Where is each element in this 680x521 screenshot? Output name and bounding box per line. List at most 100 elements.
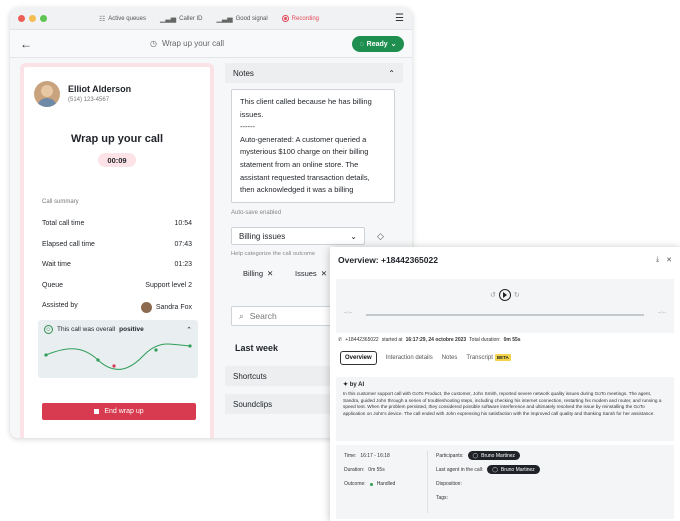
detail-time: Time: 16:17 - 16:18: [344, 453, 390, 459]
overview-panel: Overview: +18442365022 ⤓ ✕ ↺ ↻ --:-- --:…: [330, 247, 680, 521]
tag-chip-issues: Issues ✕: [295, 269, 327, 278]
sentiment-point: [44, 353, 48, 357]
close-icon[interactable]: ✕: [666, 256, 672, 264]
menu-icon[interactable]: ☰: [395, 13, 404, 24]
signal-icon: ▁▃▅: [216, 15, 233, 23]
search-input[interactable]: ⌕ Search: [231, 306, 341, 326]
end-wrap-up-button[interactable]: End wrap up: [42, 403, 196, 420]
detail-outcome: Outcome: Handled: [344, 481, 396, 487]
close-window-button[interactable]: [18, 15, 25, 22]
title-bar: ☷ Active queues ▁▃▅ Caller ID ▁▃▅ Good s…: [10, 8, 412, 30]
call-card: Elliot Alderson (514) 123-4567 Wrap up y…: [20, 63, 214, 438]
contact-phone: (514) 123-4567: [68, 97, 110, 103]
window-controls: [18, 15, 47, 22]
call-log-line: ✆ +18442365022 started at 16:17:29, 24 o…: [338, 337, 521, 343]
recording-status[interactable]: Recording: [281, 15, 319, 22]
beta-badge: BETA: [494, 354, 511, 361]
status-dot: [369, 482, 373, 486]
chevron-up-icon[interactable]: ⌃: [186, 326, 192, 334]
wrap-up-timer: 00:09: [98, 153, 136, 167]
last-agent-chip[interactable]: ◯ Bruno Martinez: [487, 465, 540, 474]
search-icon: ⌕: [239, 310, 244, 321]
player-end-time: --:--: [657, 310, 666, 316]
sentiment-point: [154, 348, 158, 352]
chevron-up-icon: ⌃: [388, 68, 395, 78]
sparkle-icon: ✦: [343, 382, 349, 388]
call-details: Time: 16:17 - 16:18 Duration: 0m 55s Out…: [336, 445, 674, 519]
minimize-window-button[interactable]: [29, 15, 36, 22]
notes-textarea[interactable]: This client called because he has billin…: [231, 89, 395, 203]
person-icon: ◯: [472, 452, 479, 459]
rewind-icon[interactable]: ↺: [490, 291, 496, 299]
detail-participants: Participants: ◯ Bruno Martinez: [436, 451, 521, 460]
sentiment-curve: [44, 343, 192, 370]
stage: ☷ Active queues ▁▃▅ Caller ID ▁▃▅ Good s…: [0, 0, 680, 521]
nav-bar: ← ◷ Wrap up your call ◌ Ready ⌄: [10, 30, 412, 58]
notes-header[interactable]: Notes ⌃: [225, 63, 403, 83]
soundclips-section[interactable]: Soundclips: [225, 394, 340, 414]
sentiment-point: [188, 344, 192, 348]
detail-disposition: Disposition:: [436, 481, 462, 487]
sentiment-point: [112, 364, 116, 368]
summary-row-assisted: Assisted by Sandra Fox: [42, 302, 192, 313]
tab-transcript[interactable]: Transcript BETA: [466, 354, 511, 361]
record-icon: [281, 15, 289, 22]
sentiment-point: [96, 358, 100, 362]
download-icon[interactable]: ⤓: [656, 256, 659, 264]
bars-icon: ▁▃▅: [159, 15, 177, 23]
tab-notes[interactable]: Notes: [442, 355, 458, 361]
call-summary-label: Call summary: [42, 199, 79, 205]
last-week-heading: Last week: [235, 343, 279, 353]
player-start-time: --:--: [344, 310, 353, 316]
remove-tag-icon[interactable]: ✕: [267, 269, 273, 278]
chevron-down-icon: ⌄: [390, 41, 397, 48]
summary-row-queue: Queue Support level 2: [42, 282, 192, 289]
detail-last-agent: Last agent in the call: ◯ Bruno Martinez: [436, 465, 540, 474]
overview-tabs: Overview Interaction details Notes Trans…: [340, 351, 511, 365]
queue-icon: ☷: [99, 15, 106, 23]
contact-name[interactable]: Elliot Alderson: [68, 84, 131, 94]
ai-summary: ✦ by AI In this customer support call wi…: [336, 377, 674, 441]
ready-status-button[interactable]: ◌ Ready ⌄: [352, 36, 404, 52]
tab-interaction-details[interactable]: Interaction details: [386, 355, 433, 361]
signal-status[interactable]: ▁▃▅ Good signal: [216, 15, 267, 23]
status-refresh-icon: ◌: [359, 40, 364, 48]
ai-summary-text: In this customer support call with GoTo …: [343, 391, 662, 416]
forward-icon[interactable]: ↻: [514, 291, 520, 299]
page-title: ◷ Wrap up your call: [150, 39, 225, 48]
person-icon: ◯: [492, 466, 498, 473]
overview-header: Overview: +18442365022 ⤓ ✕: [330, 247, 680, 273]
sentiment-line: [45, 343, 191, 370]
stop-icon: [94, 409, 100, 414]
maximize-window-button[interactable]: [40, 15, 47, 22]
back-arrow-icon[interactable]: ←: [20, 37, 32, 51]
disposition-select[interactable]: Billing issues ⌄: [231, 227, 365, 245]
audio-player: ↺ ↻ --:-- --:--: [336, 279, 674, 333]
overview-title: Overview: +18442365022: [338, 255, 438, 265]
wrap-up-title: Wrap up your call: [70, 133, 164, 145]
details-divider: [427, 451, 428, 513]
tag-chip-billing: Billing ✕: [243, 269, 274, 278]
active-queues-status[interactable]: ☷ Active queues: [99, 15, 146, 23]
shortcuts-section[interactable]: Shortcuts: [225, 366, 340, 386]
remove-tag-icon[interactable]: ✕: [321, 269, 327, 278]
caller-id-status[interactable]: ▁▃▅ Caller ID: [160, 15, 203, 23]
disposition-help: Help categorize the call outcome: [231, 251, 316, 257]
player-progress-track[interactable]: [366, 314, 644, 316]
tag-icon[interactable]: ◇: [377, 231, 384, 242]
clock-icon: ◷: [150, 39, 157, 48]
phone-call-icon: ✆: [338, 337, 343, 343]
smile-icon: ☺: [44, 325, 53, 334]
avatar: [34, 81, 60, 107]
detail-tags: Tags:: [436, 495, 448, 501]
summary-row-total: Total call time 10:54: [42, 220, 192, 227]
tab-overview[interactable]: Overview: [340, 351, 377, 365]
summary-row-elapsed: Elapsed call time 07:43: [42, 241, 192, 248]
agent-avatar: [140, 302, 152, 313]
play-button[interactable]: [498, 289, 511, 301]
detail-duration: Duration: 0m 55s: [344, 467, 385, 473]
sentiment-panel[interactable]: ☺ This call was overall positive ⌃: [38, 320, 198, 378]
autosave-label: Auto-save enabled: [231, 210, 282, 216]
participant-chip[interactable]: ◯ Bruno Martinez: [467, 451, 521, 460]
chevron-down-icon: ⌄: [350, 231, 357, 241]
